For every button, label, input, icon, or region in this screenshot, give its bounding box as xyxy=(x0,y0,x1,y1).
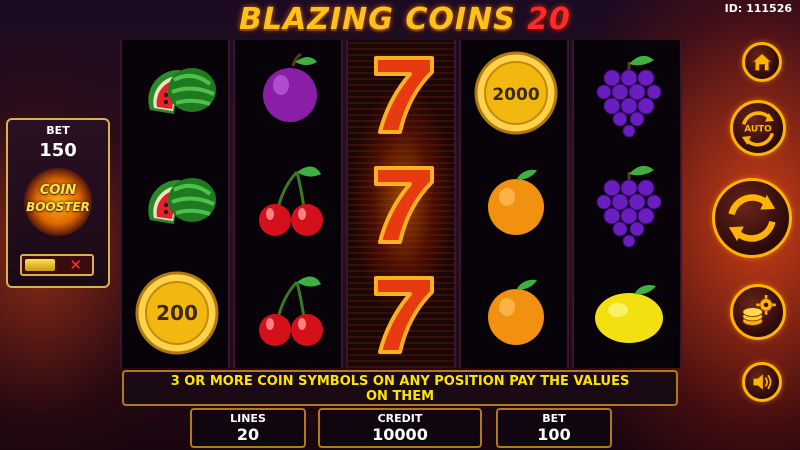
grapes-symbol xyxy=(574,150,684,256)
seven-symbol xyxy=(348,260,458,366)
bet-panel-label: BET xyxy=(46,124,70,137)
orange-symbol xyxy=(461,260,571,366)
home-icon xyxy=(751,52,773,71)
bet-panel: BET 150 COIN BOOSTER ✕ xyxy=(6,118,110,288)
orange-symbol xyxy=(461,150,571,256)
sound-icon xyxy=(753,374,772,390)
reel-3 xyxy=(346,40,456,368)
message-line-1: 3 OR MORE COIN SYMBOLS ON ANY POSITION P… xyxy=(170,374,630,389)
bet-box[interactable]: BET 100 xyxy=(496,408,612,448)
bet-panel-value: 150 xyxy=(39,140,77,161)
reel-1: 200 xyxy=(120,40,230,368)
grapes-symbol xyxy=(574,40,684,146)
auto-spin-button[interactable]: AUTO xyxy=(730,100,786,156)
seven-symbol xyxy=(348,40,458,146)
lines-value: 20 xyxy=(236,425,260,444)
watermelon-symbol xyxy=(122,40,232,146)
lemon-symbol xyxy=(574,260,684,366)
svg-text:2000: 2000 xyxy=(492,85,539,105)
cherries-symbol xyxy=(235,260,345,366)
game-title: BLAZING COINS 20 xyxy=(215,2,595,38)
spin-button[interactable] xyxy=(712,178,792,258)
sound-button[interactable] xyxy=(742,362,782,402)
paytable-message: 3 OR MORE COIN SYMBOLS ON ANY POSITION P… xyxy=(122,370,678,406)
bet-settings-button[interactable] xyxy=(730,284,786,340)
seven-symbol xyxy=(348,150,458,256)
toggle-knob xyxy=(25,259,55,271)
watermelon-symbol xyxy=(122,150,232,256)
coin-booster-toggle[interactable]: ✕ xyxy=(20,254,94,276)
coin-booster-line2: BOOSTER xyxy=(26,200,90,214)
game-id: ID: 111526 xyxy=(724,2,792,15)
game-title-number: 20 xyxy=(527,2,571,37)
lines-box: LINES 20 xyxy=(190,408,306,448)
coins-settings-icon xyxy=(742,295,776,326)
reel-2 xyxy=(233,40,343,368)
game-title-main: BLAZING COINS xyxy=(239,2,516,37)
svg-text:200: 200 xyxy=(156,301,198,325)
coin-symbol: 200 xyxy=(122,260,232,366)
auto-label: AUTO xyxy=(744,125,772,135)
coin-symbol: 2000 xyxy=(461,40,571,146)
bet-label: BET xyxy=(542,412,566,425)
cherries-symbol xyxy=(235,150,345,256)
message-line-2: ON THEM xyxy=(365,389,435,404)
home-button[interactable] xyxy=(742,42,782,82)
credit-label: CREDIT xyxy=(377,412,423,425)
reels-area: 200 2000 xyxy=(120,40,682,368)
lines-label: LINES xyxy=(230,412,266,425)
credit-value: 10000 xyxy=(372,425,428,444)
reel-4: 2000 xyxy=(459,40,569,368)
slot-game-screen: BLAZING COINS 20 ID: 111526 BET 150 COIN… xyxy=(0,0,800,450)
credit-box: CREDIT 10000 xyxy=(318,408,482,448)
coin-booster-line1: COIN xyxy=(39,183,77,198)
plum-symbol xyxy=(235,40,345,146)
auto-spin-icon: AUTO xyxy=(741,111,775,147)
reel-5 xyxy=(572,40,682,368)
coin-booster-logo: COIN BOOSTER xyxy=(18,168,98,240)
spin-icon xyxy=(728,194,776,242)
toggle-off-icon: ✕ xyxy=(69,256,82,274)
bet-value: 100 xyxy=(537,425,571,444)
